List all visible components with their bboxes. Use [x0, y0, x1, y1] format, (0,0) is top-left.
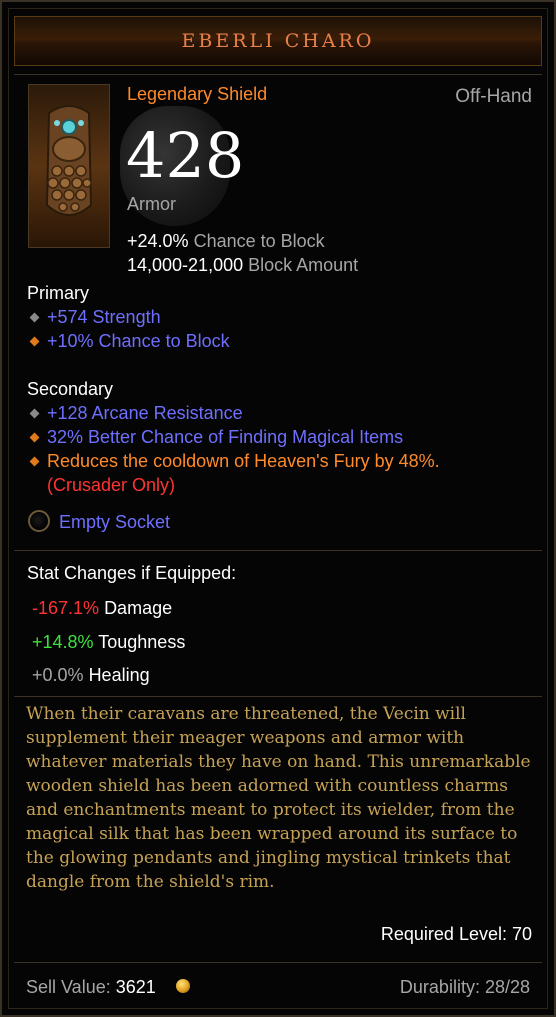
item-slot: Off-Hand [455, 86, 532, 107]
stat-change-toughness: +14.8% Toughness [32, 632, 185, 653]
sell-value-label: Sell Value: [26, 977, 111, 997]
armor-value: 428 [126, 119, 245, 192]
primary-heading: Primary [27, 283, 89, 303]
item-type: Legendary Shield [127, 84, 268, 104]
stat-change-value: +0.0% [32, 665, 84, 685]
primary-affix: +574 Strength [47, 307, 161, 327]
divider [14, 74, 542, 75]
flavor-text: When their caravans are threatened, the … [26, 704, 531, 892]
durability: Durability: 28/28 [399, 977, 530, 997]
sell-value: Sell Value: 3621 [26, 977, 156, 998]
secondary-affix: 32% Better Chance of Finding Magical Ite… [47, 427, 404, 447]
socket-label: Empty Socket [59, 512, 171, 532]
stat-change-label: Toughness [98, 632, 186, 652]
primary-affix: +10% Chance to Block [47, 331, 230, 351]
shield-charm-icon [45, 105, 93, 216]
stat-label: Chance to Block [193, 231, 325, 251]
stat-value: +24.0% [127, 231, 189, 251]
divider [14, 550, 542, 551]
stat-changes-heading: Stat Changes if Equipped: [27, 563, 237, 583]
gold-coin-icon [176, 979, 190, 993]
required-level: Required Level: 70 [380, 924, 532, 944]
tooltip-footer: Sell Value: 3621 Durability: 28/28 [14, 962, 542, 1010]
stat-change-damage: -167.1% Damage [32, 598, 172, 619]
legendary-affix: Reduces the cooldown of Heaven's Fury by… [47, 451, 440, 471]
armor-label: Armor [127, 194, 176, 214]
item-name-header: EBERLI CHARO [14, 16, 542, 66]
stat-change-label: Damage [104, 598, 173, 618]
block-amount-stat: 14,000-21,000 Block Amount [127, 255, 358, 276]
block-chance-stat: +24.0% Chance to Block [127, 231, 325, 252]
stat-change-value: -167.1% [32, 598, 100, 618]
divider [14, 696, 542, 697]
item-tooltip: EBERLI CHARO Legendary Shield Off-Hand 4… [0, 0, 556, 1017]
stat-change-label: Healing [88, 665, 150, 685]
stat-change-value: +14.8% [32, 632, 94, 652]
stat-label: Block Amount [248, 255, 359, 275]
class-restriction: (Crusader Only) [47, 475, 176, 495]
item-name: EBERLI CHARO [181, 30, 375, 52]
secondary-heading: Secondary [27, 379, 114, 399]
stat-change-healing: +0.0% Healing [32, 665, 150, 686]
stat-value: 14,000-21,000 [127, 255, 244, 275]
empty-socket-icon [28, 510, 50, 532]
item-icon-frame [28, 84, 110, 248]
sell-value-amount: 3621 [115, 977, 156, 997]
secondary-affix: +128 Arcane Resistance [47, 403, 243, 423]
